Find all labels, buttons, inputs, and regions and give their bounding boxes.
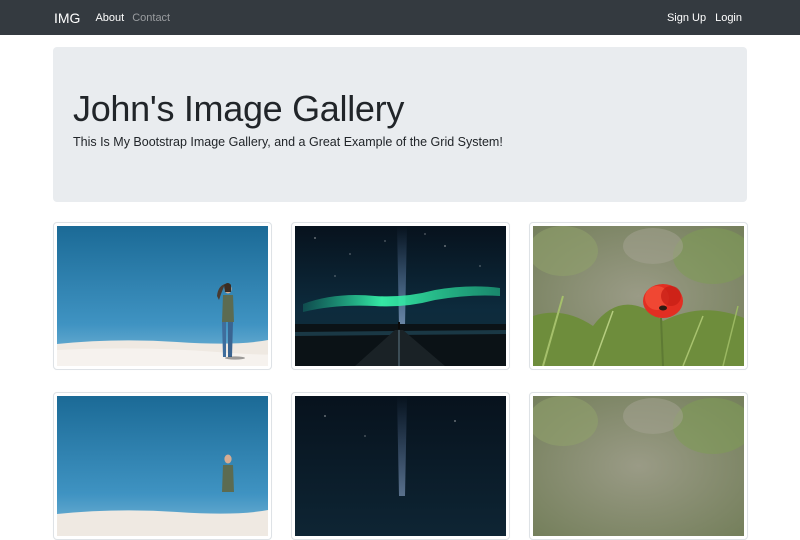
page-title: John's Image Gallery	[73, 88, 405, 129]
page-subtitle: This Is My Bootstrap Image Gallery, and …	[73, 135, 503, 149]
nav-link-contact[interactable]: Contact	[132, 12, 170, 24]
nav-link-login[interactable]: Login	[715, 12, 742, 24]
aurora-road-image	[295, 396, 506, 536]
red-poppy-image	[533, 396, 744, 536]
desert-woman-image	[57, 396, 268, 536]
gallery-thumbnail-poppy[interactable]	[529, 222, 748, 370]
gallery-thumbnail-poppy[interactable]	[529, 392, 748, 540]
navbar: IMG About Contact Sign Up Login	[0, 0, 800, 35]
red-poppy-image	[533, 226, 744, 366]
brand-link[interactable]: IMG	[54, 10, 80, 26]
gallery-thumbnail-aurora[interactable]	[291, 222, 510, 370]
nav-link-sign-up[interactable]: Sign Up	[667, 12, 706, 24]
gallery-thumbnail-aurora[interactable]	[291, 392, 510, 540]
gallery-thumbnail-desert[interactable]	[53, 222, 272, 370]
aurora-road-image	[295, 226, 506, 366]
image-gallery	[53, 222, 748, 540]
desert-woman-image	[57, 226, 268, 366]
gallery-thumbnail-desert[interactable]	[53, 392, 272, 540]
nav-link-about[interactable]: About	[95, 12, 124, 24]
jumbotron: John's Image Gallery This Is My Bootstra…	[53, 47, 747, 202]
nav-right: Sign Up Login	[658, 12, 742, 24]
nav-left: About Contact	[95, 12, 178, 24]
